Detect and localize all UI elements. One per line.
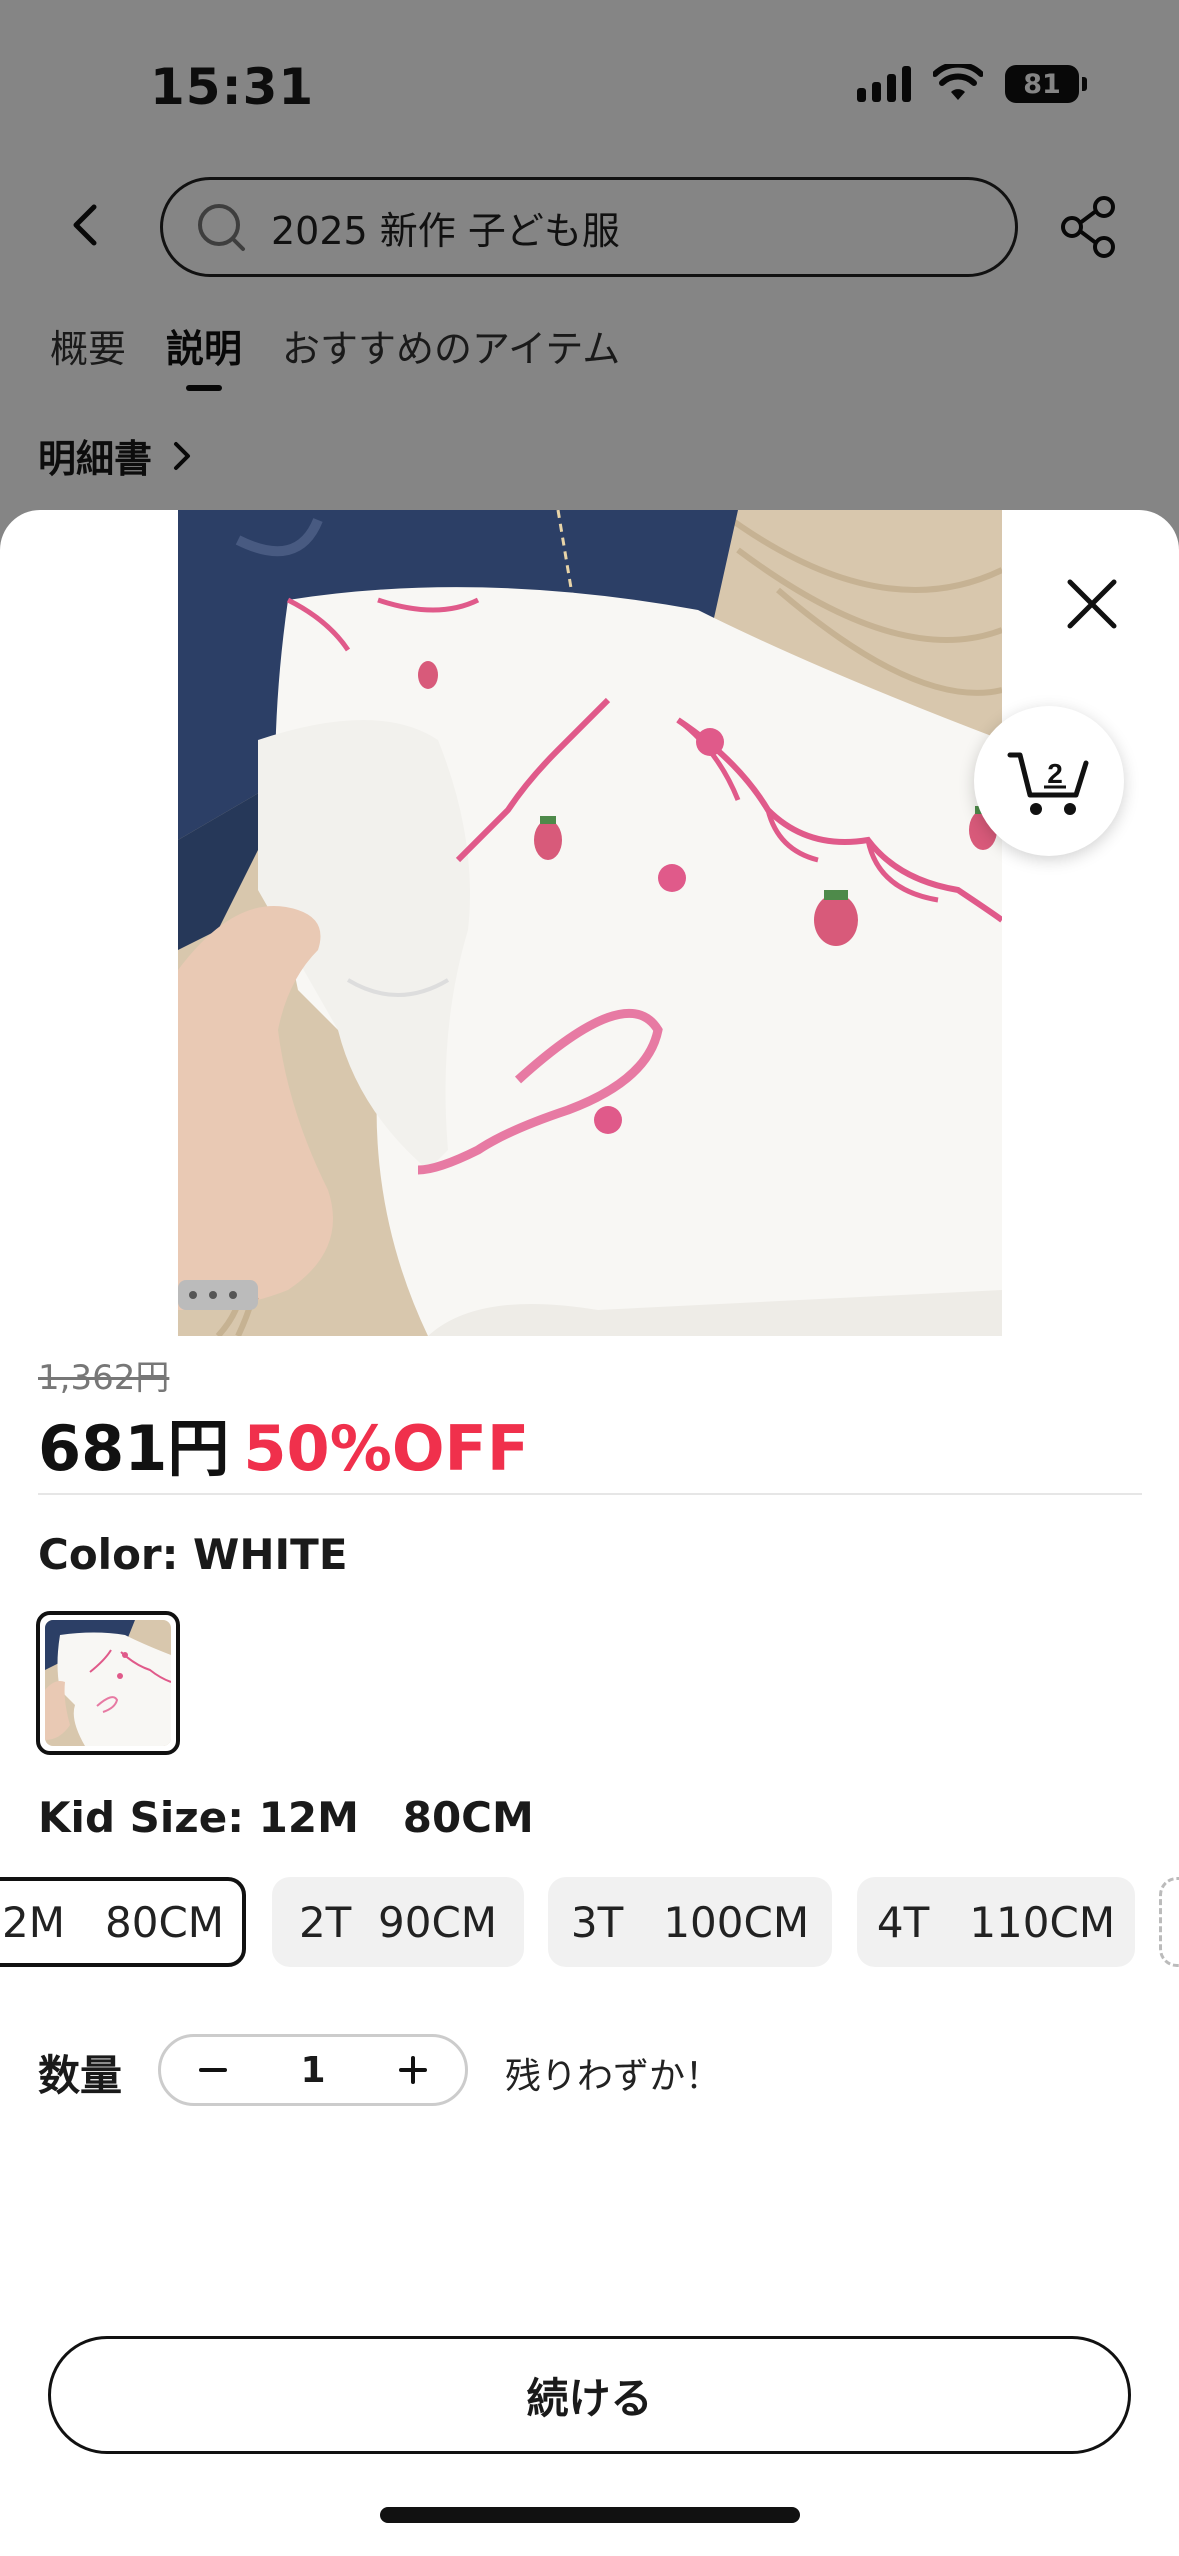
size-label: Kid Size: 12M 80CM [38, 1793, 534, 1842]
cart-count: 2 [1047, 758, 1063, 789]
sale-price: 681円 [38, 1412, 230, 1485]
close-button[interactable] [1060, 572, 1124, 636]
decrement-button[interactable] [193, 2045, 233, 2096]
stock-note: 残りわずか！ [505, 2056, 722, 2097]
quantity-value: 1 [300, 2049, 326, 2091]
swatch-thumbnail [45, 1620, 171, 1746]
quantity-label: 数量 [38, 2051, 123, 2100]
home-indicator [380, 2507, 800, 2523]
size-options: 2M 80CM 2T 90CM 3T 100CM 4T 110CM [0, 1877, 1179, 1969]
product-image [178, 510, 1002, 1336]
quantity-stepper: 1 [158, 2034, 468, 2106]
divider [38, 1493, 1142, 1495]
color-swatch-white[interactable] [36, 1611, 180, 1755]
discount-badge: 50%OFF [243, 1412, 530, 1485]
modal-overlay[interactable] [0, 0, 1179, 560]
cart-icon: 2 [1007, 752, 1089, 815]
variant-bottom-sheet: 2 1,362円 681円 50%OFF Color: WHITE Kid Si… [0, 510, 1179, 2556]
cart-button[interactable]: 2 [974, 706, 1124, 856]
size-chip-12m[interactable]: 2M 80CM [0, 1877, 246, 1967]
size-chip-2t[interactable]: 2T 90CM [272, 1877, 524, 1967]
close-icon [1067, 579, 1117, 629]
original-price: 1,362円 [38, 1358, 170, 1398]
continue-button[interactable]: 続ける [48, 2336, 1131, 2454]
plus-icon [399, 2055, 427, 2084]
increment-button[interactable] [393, 2045, 433, 2096]
color-label: Color: WHITE [38, 1530, 348, 1579]
price-row: 681円 50%OFF [38, 1398, 529, 1488]
size-chip-4t[interactable]: 4T 110CM [857, 1877, 1135, 1967]
size-chip-more[interactable] [1159, 1877, 1179, 1967]
minus-icon [199, 2067, 227, 2072]
size-chip-3t[interactable]: 3T 100CM [548, 1877, 832, 1967]
